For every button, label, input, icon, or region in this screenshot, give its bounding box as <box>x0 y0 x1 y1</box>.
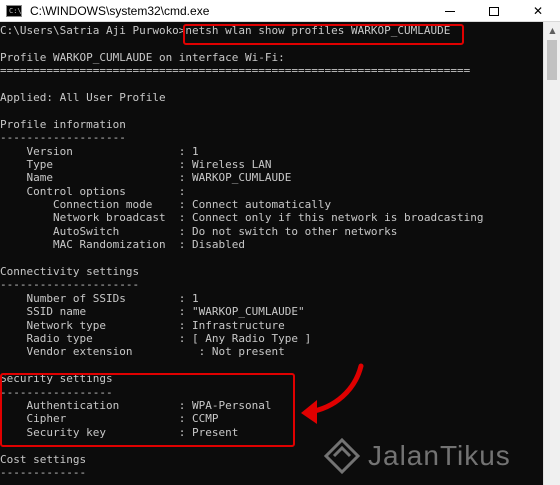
console-line: C:\Users\Satria Aji Purwoko>netsh wlan s… <box>0 24 451 37</box>
jalantikus-logo-icon <box>323 437 361 475</box>
console-line: Connectivity settings <box>0 265 140 279</box>
console-line: Profile information <box>0 117 126 131</box>
console-line: Security settings <box>0 372 113 386</box>
console-line: Network type : Infrastructure <box>0 318 285 332</box>
minimize-button[interactable] <box>428 0 472 22</box>
scroll-up-button[interactable]: ▲ <box>544 22 560 39</box>
minimize-icon <box>445 10 455 12</box>
console-line: Name : WARKOP_CUMLAUDE <box>0 171 292 185</box>
console-line: MAC Randomization : Disabled <box>0 238 246 252</box>
console-line: Type : Wireless LAN <box>0 157 272 171</box>
window-controls: ✕ <box>428 0 560 22</box>
console-line: Applied: All User Profile <box>0 90 166 104</box>
console-line: Vendor extension : Not present <box>0 345 285 359</box>
cmd-app-icon[interactable]: C:\ <box>6 4 22 17</box>
console-lines: C:\Users\Satria Aji Purwoko>netsh wlan s… <box>0 24 483 479</box>
console-line: Connection mode : Connect automatically <box>0 198 332 212</box>
vertical-scrollbar[interactable]: ▲ <box>543 22 560 485</box>
maximize-button[interactable] <box>472 0 516 22</box>
console-line: ----------------- <box>0 385 113 399</box>
console-line: Profile WARKOP_CUMLAUDE on interface Wi-… <box>0 50 285 64</box>
scroll-up-icon: ▲ <box>549 26 556 35</box>
scroll-thumb[interactable] <box>547 40 557 80</box>
console-line: Version : 1 <box>0 144 199 158</box>
close-button[interactable]: ✕ <box>516 0 560 22</box>
window-title: C:\WINDOWS\system32\cmd.exe <box>30 3 210 18</box>
watermark-text: JalanTikus <box>368 440 511 471</box>
console-line: AutoSwitch : Do not switch to other netw… <box>0 224 398 238</box>
title-bar[interactable]: C:\ C:\WINDOWS\system32\cmd.exe ✕ <box>0 0 560 22</box>
console-line: Number of SSIDs : 1 <box>0 291 199 305</box>
console-line: Control options : <box>0 184 186 198</box>
console-line: Cipher : CCMP <box>0 412 219 426</box>
console-line: Network broadcast : Connect only if this… <box>0 211 484 225</box>
console-line: --------------------- <box>0 278 140 292</box>
console-line: ========================================… <box>0 64 471 78</box>
annotation-arrow-icon <box>301 363 364 424</box>
console-line: Authentication : WPA-Personal <box>0 398 272 412</box>
console-line: Radio type : [ Any Radio Type ] <box>0 331 312 345</box>
console-line: SSID name : "WARKOP_CUMLAUDE" <box>0 305 305 319</box>
console-line: ------------------- <box>0 131 126 145</box>
close-icon: ✕ <box>532 4 544 18</box>
watermark: JalanTikus <box>322 436 511 476</box>
console-output[interactable]: C:\Users\Satria Aji Purwoko>netsh wlan s… <box>0 22 543 485</box>
maximize-icon <box>489 6 499 16</box>
